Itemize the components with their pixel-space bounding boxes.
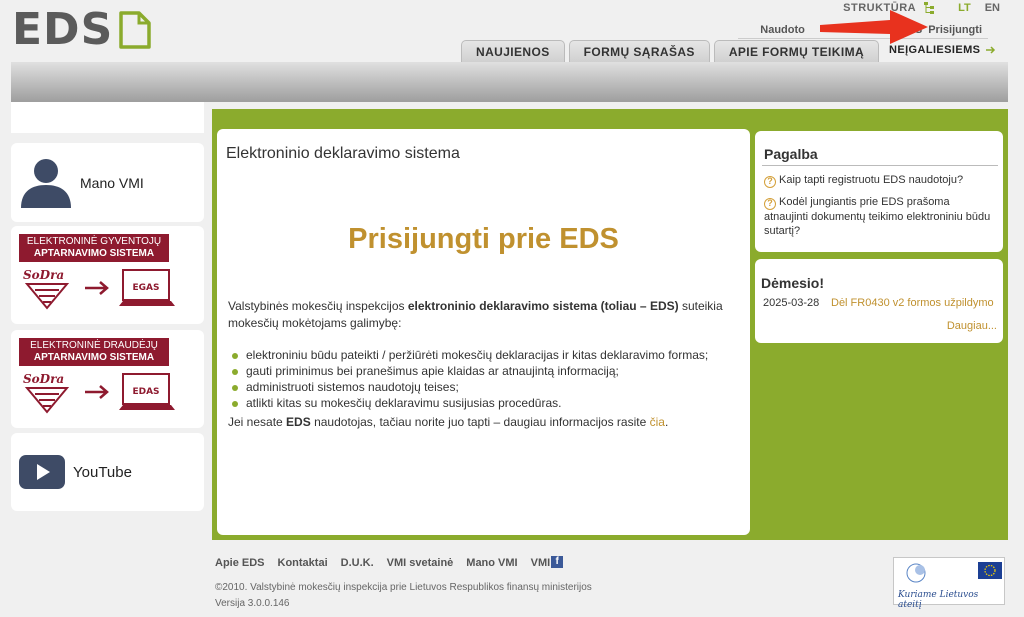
svg-text:SoDra: SoDra [23, 268, 64, 282]
sodra-logo-icon: SoDra [23, 372, 70, 414]
logo-text: EDS [12, 4, 114, 55]
eu-funding-logo[interactable]: Kuriame Lietuvos ateitį [893, 557, 1005, 610]
eds-logo[interactable]: EDS [12, 4, 152, 55]
arrow-right-icon [85, 385, 109, 399]
edas-banner[interactable]: ELEKTRONINĖ DRAUDĖJŲ APTARNAVIMO SISTEMA… [11, 330, 204, 428]
laptop-icon: EDAS [119, 373, 175, 410]
edas-banner-title: ELEKTRONINĖ DRAUDĖJŲ APTARNAVIMO SISTEMA [19, 338, 169, 366]
laptop-icon: EGAS [119, 269, 175, 306]
main-title: Elektroninio deklaravimo sistema [226, 145, 460, 162]
news-link[interactable]: Dėl FR0430 v2 formos užpildymo [831, 297, 994, 309]
main-panel: Elektroninio deklaravimo sistema Prisiju… [217, 129, 750, 535]
more-info-link[interactable]: čia [650, 415, 665, 429]
facebook-icon: f [551, 556, 564, 568]
eu-motto: Kuriame Lietuvos ateitį [898, 590, 979, 610]
arrow-right-icon [986, 46, 996, 54]
question-icon: ? [764, 198, 776, 210]
eu-funds-logo-icon [906, 562, 1002, 583]
version: Versija 3.0.0.146 [215, 598, 290, 609]
edas-system-label: EDAS [132, 387, 159, 397]
copyright: ©2010. Valstybinė mokesčių inspekcija pr… [215, 582, 592, 593]
header-band [11, 62, 1008, 102]
login-heading[interactable]: Prisijungti prie EDS [217, 223, 750, 256]
feature-list: elektroniniu būdu pateikti / peržiūrėti … [232, 347, 708, 411]
lang-en[interactable]: EN [985, 2, 1000, 14]
attention-panel: Dėmesio! 2025-03-28 Dėl FR0430 v2 formos… [755, 259, 1003, 343]
youtube-label: YouTube [73, 463, 132, 481]
user-avatar-icon [21, 158, 71, 208]
more-news-link[interactable]: Daugiau... [947, 320, 997, 332]
sodra-logo-icon: SoDra [23, 268, 70, 310]
footer-link-contacts[interactable]: Kontaktai [278, 557, 328, 569]
attention-title: Dėmesio! [761, 275, 825, 291]
question-icon: ? [764, 176, 776, 188]
sidebar-top-strip [11, 102, 204, 133]
more-info-text: Jei nesate EDS naudotojas, tačiau norite… [228, 415, 669, 429]
youtube-play-icon [19, 455, 65, 489]
lang-lt[interactable]: LT [958, 2, 971, 14]
footer-links: Apie EDS Kontaktai D.U.K. VMI svetainė M… [215, 556, 564, 569]
footer-link-vmi-site[interactable]: VMI svetainė [387, 557, 454, 569]
red-arrow-icon [820, 10, 928, 44]
intro-text: Valstybinės mokesčių inspekcijos elektro… [228, 299, 723, 330]
youtube-button[interactable]: YouTube [11, 433, 204, 511]
footer-link-mano-vmi[interactable]: Mano VMI [466, 557, 517, 569]
footer-link-faq[interactable]: D.U.K. [341, 557, 374, 569]
help-panel: Pagalba ? Kaip tapti registruotu EDS naud… [755, 131, 1003, 252]
document-icon [119, 11, 152, 49]
egas-banner[interactable]: ELEKTRONINĖ GYVENTOJŲ APTARNAVIMO SISTEM… [11, 226, 204, 324]
help-link-contract[interactable]: ? Kodėl jungiantis prie EDS prašoma atnau… [764, 195, 994, 238]
login-link[interactable]: Prisijungti [928, 24, 982, 36]
mano-vmi-button[interactable]: Mano VMI [11, 143, 204, 222]
footer-link-about[interactable]: Apie EDS [215, 557, 265, 569]
list-item: elektroniniu būdu pateikti / peržiūrėti … [232, 347, 708, 363]
list-item: gauti priminimus bei pranešimus apie kla… [232, 363, 708, 379]
list-item: administruoti sistemos naudotojų teises; [232, 379, 708, 395]
egas-banner-title: ELEKTRONINĖ GYVENTOJŲ APTARNAVIMO SISTEM… [19, 234, 169, 262]
users-link[interactable]: Naudoto [760, 24, 805, 36]
tab-formu-sarasas[interactable]: FORMŲ SĄRAŠAS [568, 40, 710, 63]
egas-system-label: EGAS [133, 283, 160, 293]
help-title: Pagalba [764, 146, 818, 162]
help-divider [762, 165, 998, 166]
footer-link-vmi-facebook[interactable]: VMI f [531, 556, 564, 569]
mano-vmi-label: Mano VMI [80, 174, 144, 191]
help-link-register[interactable]: ? Kaip tapti registruotu EDS naudotoju? [764, 173, 994, 188]
arrow-right-icon [85, 281, 109, 295]
svg-text:SoDra: SoDra [23, 372, 64, 386]
main-tabs: NAUJIENOS FORMŲ SĄRAŠAS APIE FORMŲ TEIKI… [461, 40, 880, 63]
news-date: 2025-03-28 [763, 297, 820, 309]
list-item: atlikti kitas su mokesčių deklaravimu su… [232, 395, 708, 411]
tab-naujienos[interactable]: NAUJIENOS [461, 40, 565, 63]
